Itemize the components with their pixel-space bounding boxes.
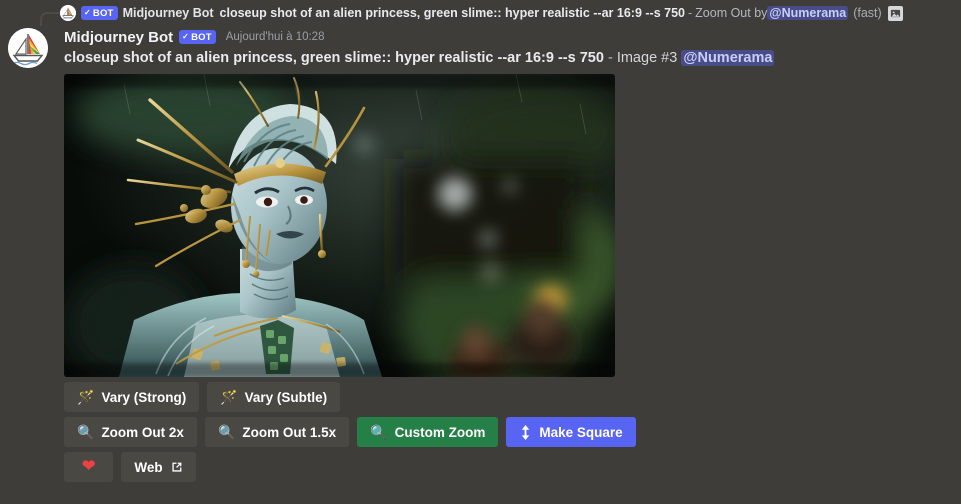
button-row-3: ❤ Web (64, 452, 961, 482)
favorite-button[interactable]: ❤ (64, 452, 114, 482)
reply-prompt-text: closeup shot of an alien princess, green… (219, 6, 685, 20)
button-row-2: 🔍 Zoom Out 2x 🔍 Zoom Out 1.5x 🔍 Custom Z… (64, 417, 961, 447)
image-attachment-icon (887, 5, 903, 21)
generated-image[interactable] (64, 74, 615, 377)
reply-mention[interactable]: @Numerama (767, 6, 849, 20)
custom-zoom-button[interactable]: 🔍 Custom Zoom (357, 417, 499, 447)
zoom-out-1-5x-label: Zoom Out 1.5x (242, 424, 337, 440)
magic-wand-icon: 🪄 (220, 389, 238, 405)
magic-wand-icon: 🪄 (77, 389, 95, 405)
bot-verified-check-icon: ✓ (84, 8, 91, 17)
sailboat-avatar-icon (60, 5, 76, 21)
external-link-icon (170, 461, 183, 474)
make-square-label: Make Square (539, 424, 623, 440)
zoom-out-2x-button[interactable]: 🔍 Zoom Out 2x (64, 417, 197, 447)
message-separator: - (607, 50, 613, 66)
magnifier-icon: 🔍 (77, 424, 95, 440)
magnifier-icon: 🔍 (217, 424, 236, 440)
custom-zoom-label: Custom Zoom (394, 424, 486, 440)
reply-speed-text: (fast) (853, 6, 882, 20)
vary-subtle-label: Vary (Subtle) (244, 389, 328, 405)
bot-badge-label: BOT (92, 7, 114, 19)
reply-action-text: Zoom Out by (695, 6, 768, 20)
up-down-arrow-icon (519, 424, 532, 440)
button-row-1: 🪄 Vary (Strong) 🪄 Vary (Subtle) (64, 382, 961, 412)
vary-subtle-button[interactable]: 🪄 Vary (Subtle) (207, 382, 341, 412)
message-timestamp: Aujourd'hui à 10:28 (225, 31, 325, 43)
reply-bot-badge: ✓ BOT (81, 6, 118, 20)
sailboat-avatar-icon[interactable] (8, 28, 48, 68)
zoom-out-1-5x-button[interactable]: 🔍 Zoom Out 1.5x (204, 417, 350, 447)
vary-strong-button[interactable]: 🪄 Vary (Strong) (64, 382, 200, 412)
reply-author-name[interactable]: Midjourney Bot (123, 6, 214, 20)
zoom-out-2x-label: Zoom Out 2x (101, 424, 184, 440)
magnifier-icon: 🔍 (370, 424, 388, 440)
message-prompt-text: closeup shot of an alien princess, green… (64, 50, 604, 66)
vary-strong-label: Vary (Strong) (101, 389, 187, 405)
message-image-label: Image #3 (616, 50, 678, 66)
heart-icon: ❤ (82, 458, 96, 475)
message-block: Midjourney Bot ✓ BOT Aujourd'hui à 10:28… (0, 26, 961, 487)
message-mention[interactable]: @Numerama (681, 50, 775, 66)
make-square-button[interactable]: Make Square (506, 417, 636, 447)
bot-verified-check-icon: ✓ (182, 32, 190, 41)
web-button-label: Web (134, 459, 163, 475)
discord-message-view: ✓ BOT Midjourney Bot closeup shot of an … (0, 0, 961, 504)
message-bot-badge: ✓ BOT (179, 30, 216, 44)
web-button[interactable]: Web (121, 452, 196, 482)
reply-reference-bar[interactable]: ✓ BOT Midjourney Bot closeup shot of an … (0, 0, 961, 26)
message-author-name[interactable]: Midjourney Bot (64, 29, 173, 46)
message-content: closeup shot of an alien princess, green… (64, 49, 961, 68)
bot-badge-label: BOT (191, 31, 212, 43)
message-header: Midjourney Bot ✓ BOT Aujourd'hui à 10:28 (64, 26, 961, 48)
reply-separator: - (687, 6, 693, 20)
action-button-rows: 🪄 Vary (Strong) 🪄 Vary (Subtle) 🔍 Zoom O… (64, 382, 961, 482)
